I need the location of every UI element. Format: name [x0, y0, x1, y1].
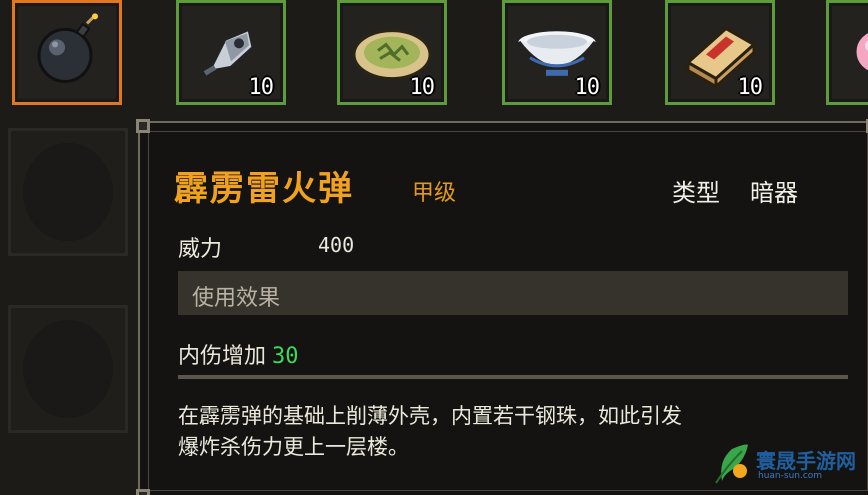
effect-header-label: 使用效果 [192, 286, 281, 311]
effect-label: 内伤增加 [178, 344, 267, 369]
item-tooltip: 霹雳雷火弹 甲级 类型 暗器 威力 400 使用效果 内伤增加 30 在霹雳弹的基… [136, 119, 868, 495]
item-grade: 甲级 [412, 181, 457, 206]
site-watermark: 寰晟手游网 huan-sun.com [712, 441, 862, 489]
item-count: 10 [574, 75, 600, 100]
power-value: 400 [318, 233, 355, 257]
inventory-slot-porcelain-bowl[interactable]: 10 [502, 0, 612, 105]
effect-header: 使用效果 [178, 271, 848, 315]
type-label: 类型 [672, 179, 720, 207]
leaf-logo-icon [715, 444, 748, 484]
item-count: 10 [737, 75, 763, 100]
bomb-icon [37, 12, 98, 83]
effect-value: 30 [272, 344, 299, 369]
frame-corner [136, 489, 150, 495]
porcelain-bowl-icon [515, 27, 599, 76]
watermark-url: huan-sun.com [758, 471, 823, 481]
divider [178, 375, 848, 379]
inventory-slot-bomb[interactable] [12, 0, 122, 105]
pink-pill-icon [853, 29, 868, 74]
inventory-slot-manual-book[interactable]: 10 [665, 0, 775, 105]
empty-slot[interactable] [8, 128, 128, 256]
frame-corner [136, 119, 150, 133]
type-value: 暗器 [750, 179, 798, 207]
item-name: 霹雳雷火弹 [174, 169, 354, 209]
power-label: 威力 [178, 237, 223, 262]
inventory-slot-pink-pill[interactable] [826, 0, 868, 105]
item-count: 10 [248, 75, 274, 100]
inventory-slot-dart[interactable]: 10 [176, 0, 286, 105]
inventory-slot-herb-cake[interactable]: 10 [337, 0, 447, 105]
item-count: 10 [409, 75, 435, 100]
description-line: 在霹雳弹的基础上削薄外壳，内置若干钢珠，如此引发 [178, 404, 682, 428]
empty-slot[interactable] [8, 305, 128, 433]
effect-line: 内伤增加 30 [178, 338, 299, 370]
watermark-text: 寰晟手游网 [756, 449, 856, 473]
